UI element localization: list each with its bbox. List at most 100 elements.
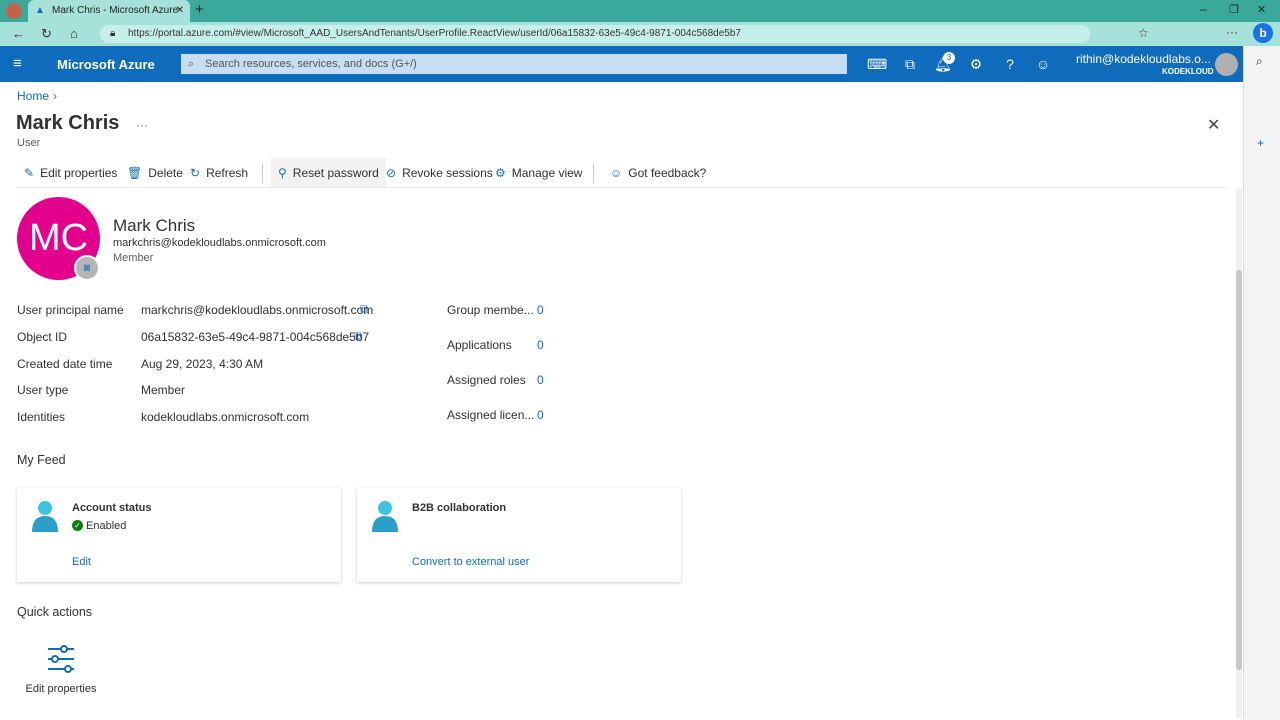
home-icon[interactable]: ⌂	[70, 26, 78, 41]
account-status-card: Account status ✓ Enabled Edit	[17, 488, 341, 582]
directory-filter-icon[interactable]: ⧉	[901, 55, 919, 73]
edit-properties-button[interactable]: ✎ Edit properties	[24, 164, 117, 182]
upn-value: markchris@kodekloudlabs.onmicrosoft.com	[141, 303, 374, 317]
edit-link[interactable]: Edit	[72, 556, 91, 568]
refresh-button[interactable]: ↻ Refresh	[190, 164, 248, 182]
object-id-label: Object ID	[17, 330, 68, 344]
profile-name: Mark Chris	[113, 216, 196, 235]
quick-actions-heading: Quick actions	[17, 605, 93, 619]
identities-link[interactable]: kodekloudlabs.onmicrosoft.com	[141, 410, 309, 424]
scrollbar[interactable]	[1236, 188, 1242, 718]
more-actions-button[interactable]: ···	[136, 118, 148, 132]
copy-icon[interactable]: ⧉	[354, 329, 363, 344]
group-memberships-count[interactable]: 0	[537, 303, 544, 317]
applications-label: Applications	[447, 338, 512, 352]
profile-type: Member	[113, 252, 154, 264]
change-photo-icon[interactable]: ◙	[74, 255, 100, 281]
revoke-sessions-button[interactable]: ⊘ Revoke sessions	[386, 164, 493, 182]
label: Reset password	[292, 166, 379, 180]
reset-password-button[interactable]: ⚲ Reset password	[271, 158, 386, 188]
profile-icon[interactable]	[6, 3, 22, 19]
search-icon: ⌕	[188, 58, 195, 70]
object-id-value: 06a15832-63e5-49c4-9871-004c568de5b7	[141, 330, 370, 344]
notification-badge: 3	[943, 52, 955, 64]
gear-icon: ⚙	[495, 166, 506, 180]
user-icon	[372, 501, 398, 532]
url-field[interactable]: 🔒︎ https://portal.azure.com/#view/Microso…	[100, 25, 1090, 43]
avatar[interactable]	[1215, 53, 1238, 76]
label: Refresh	[206, 166, 249, 180]
group-memberships-label: Group membe...	[447, 303, 534, 317]
profile-email: markchris@kodekloudlabs.onmicrosoft.com	[113, 237, 326, 249]
edge-sidebar: ⌕ +	[1243, 46, 1280, 720]
key-icon: ⚲	[278, 166, 287, 180]
label: Manage view	[511, 166, 583, 180]
tab-title: Mark Chris - Microsoft Azure	[52, 5, 179, 16]
back-icon[interactable]: ←	[12, 26, 25, 41]
new-tab-icon[interactable]: +	[195, 1, 204, 18]
block-icon: ⊘	[386, 166, 397, 180]
close-window-icon[interactable]: ✕	[1257, 3, 1266, 16]
account-name[interactable]: rithin@kodekloudlabs.o...	[1076, 52, 1211, 66]
assigned-licenses-label: Assigned licen...	[447, 408, 535, 422]
settings-icon[interactable]: ⚙	[967, 55, 985, 73]
feedback-icon[interactable]: ☺	[1034, 55, 1052, 73]
quick-action-label: Edit properties	[25, 683, 97, 695]
applications-count[interactable]: 0	[537, 338, 544, 352]
user-type-label: User type	[17, 383, 69, 397]
my-feed-heading: My Feed	[17, 453, 66, 467]
browser-tab[interactable]: ▲ Mark Chris - Microsoft Azure ✕	[28, 0, 190, 22]
minimize-icon[interactable]: –	[1200, 2, 1207, 16]
toolbar-divider	[16, 187, 1228, 188]
quick-action-edit-properties[interactable]: Edit properties	[17, 645, 105, 697]
upn-label: User principal name	[17, 303, 124, 317]
created-value: Aug 29, 2023, 4:30 AM	[141, 357, 264, 371]
bing-icon[interactable]: b	[1253, 23, 1273, 43]
copy-icon[interactable]: ⧉	[360, 302, 369, 317]
b2b-collaboration-card: B2B collaboration Convert to external us…	[357, 488, 681, 582]
breadcrumb-chevron-icon: ›	[53, 89, 57, 103]
divider	[262, 163, 263, 183]
created-label: Created date time	[17, 357, 113, 371]
assigned-licenses-count[interactable]: 0	[537, 408, 544, 422]
azure-logo-icon: ▲	[35, 5, 45, 16]
refresh-icon[interactable]: ↻	[41, 26, 52, 42]
label: Got feedback?	[628, 166, 707, 180]
delete-button[interactable]: 🗑︎ Delete	[127, 164, 183, 182]
pencil-icon: ✎	[24, 166, 35, 180]
search-input[interactable]: ⌕ Search resources, services, and docs (G…	[181, 54, 847, 74]
page-title: Mark Chris	[16, 112, 120, 134]
card-title: Account status	[72, 502, 152, 514]
convert-external-link[interactable]: Convert to external user	[412, 556, 529, 568]
restore-icon[interactable]: ❐	[1229, 3, 1239, 16]
divider	[593, 163, 594, 183]
sliders-icon	[48, 645, 74, 673]
search-placeholder: Search resources, services, and docs (G+…	[205, 58, 417, 70]
check-icon: ✓	[72, 520, 83, 531]
scrollbar-thumb[interactable]	[1236, 270, 1242, 670]
feedback-button[interactable]: ☺ Got feedback?	[610, 164, 706, 182]
cloud-shell-icon[interactable]: ⌨	[867, 55, 887, 73]
browser-tab-bar: ▲ Mark Chris - Microsoft Azure ✕ + – ❐ ✕	[0, 0, 1280, 22]
edge-add-icon[interactable]: +	[1257, 136, 1264, 150]
user-type-value: Member	[141, 383, 186, 397]
edge-search-icon[interactable]: ⌕	[1256, 54, 1263, 69]
lock-icon: 🔒︎	[110, 28, 116, 39]
close-tab-icon[interactable]: ✕	[176, 0, 184, 22]
identities-label: Identities	[17, 410, 66, 424]
breadcrumb-home[interactable]: Home	[17, 89, 49, 103]
page-subtitle: User	[17, 137, 41, 149]
help-icon[interactable]: ?	[1001, 55, 1019, 73]
tenant-name: KODEKLOUD	[1162, 67, 1214, 76]
favorites-icon[interactable]: ☆	[1138, 26, 1149, 40]
trash-icon: 🗑︎	[127, 166, 143, 180]
manage-view-button[interactable]: ⚙ Manage view	[495, 164, 582, 182]
refresh-icon: ↻	[190, 166, 201, 180]
menu-icon[interactable]: ≡	[13, 55, 22, 72]
assigned-roles-label: Assigned roles	[447, 373, 526, 387]
brand[interactable]: Microsoft Azure	[57, 57, 155, 72]
label: Delete	[148, 166, 183, 180]
close-blade-icon[interactable]: ✕	[1207, 115, 1220, 135]
more-icon[interactable]: ···	[1226, 25, 1238, 39]
assigned-roles-count[interactable]: 0	[537, 373, 544, 387]
